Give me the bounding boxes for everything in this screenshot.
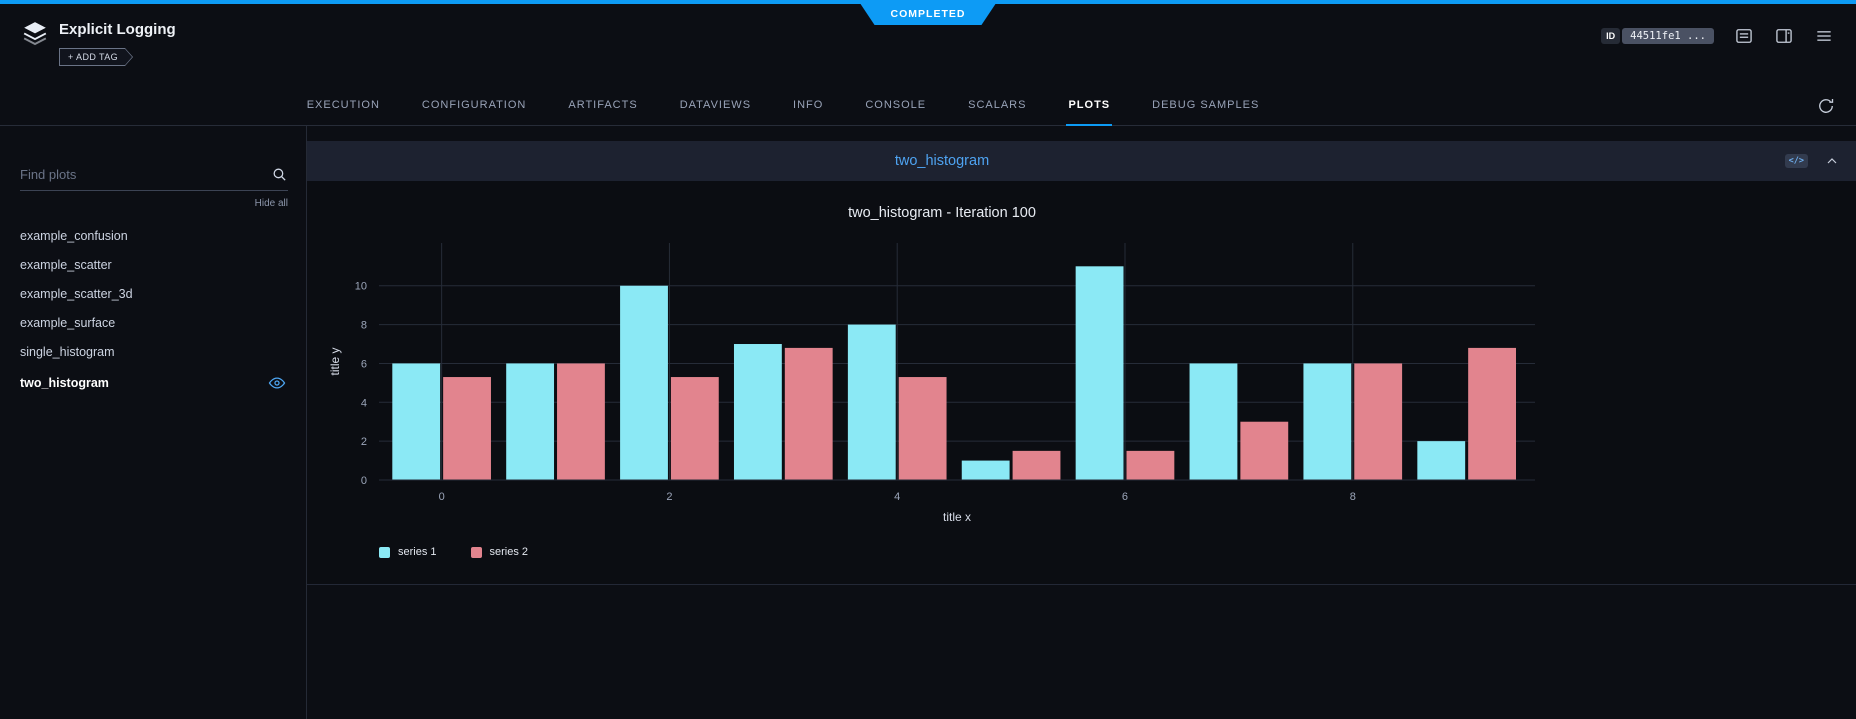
svg-text:10: 10 (355, 281, 367, 293)
legend-item-1[interactable]: series 1 (379, 546, 437, 558)
plot-list: example_confusion example_scatter example_… (0, 221, 306, 399)
svg-text:0: 0 (439, 491, 445, 503)
plot-item-label: example_surface (20, 316, 115, 330)
id-label: ID (1601, 28, 1620, 44)
plot-list-item-two_histogram[interactable]: two_histogram (0, 366, 306, 399)
svg-text:6: 6 (361, 358, 367, 370)
plot-item-label: two_histogram (20, 376, 109, 390)
details-icon[interactable] (1734, 26, 1754, 46)
svg-text:title x: title x (943, 510, 971, 524)
tab-scalars[interactable]: SCALARS (966, 99, 1028, 125)
svg-text:2: 2 (361, 436, 367, 448)
plot-card-header: two_histogram </> (307, 141, 1856, 181)
svg-text:8: 8 (1350, 491, 1356, 503)
collapse-chevron-up-icon[interactable] (1824, 153, 1840, 169)
tab-configuration[interactable]: CONFIGURATION (420, 99, 528, 125)
legend-item-2[interactable]: series 2 (471, 546, 529, 558)
add-tag-button[interactable]: + ADD TAG (59, 48, 133, 66)
svg-text:title y: title y (328, 347, 342, 375)
plot-item-label: example_scatter_3d (20, 287, 133, 301)
plot-card-title: two_histogram (895, 153, 989, 169)
chart-title: two_histogram - Iteration 100 (317, 205, 1567, 229)
tab-bar: EXECUTION CONFIGURATION ARTIFACTS DATAVIEWS… (0, 85, 1856, 126)
plot-item-label: single_histogram (20, 345, 115, 359)
main-panel: two_histogram </> two_histogram - Iterat… (307, 126, 1856, 719)
chart-area: 0 2 4 6 8 10 0 2 4 6 8 title x title y (317, 229, 1856, 546)
menu-icon[interactable] (1814, 26, 1834, 46)
plots-sidebar: Hide all example_confusion example_scatte… (0, 126, 307, 719)
auto-refresh-icon[interactable] (1816, 96, 1836, 116)
search-row (20, 166, 288, 191)
tab-info[interactable]: INFO (791, 99, 825, 125)
svg-text:4: 4 (894, 491, 900, 503)
plot-item-label: example_confusion (20, 229, 128, 243)
plot-list-item-single_histogram[interactable]: single_histogram (0, 337, 306, 366)
id-value: 44511fe1 ... (1622, 28, 1714, 44)
plot-list-item-example_scatter[interactable]: example_scatter (0, 250, 306, 279)
plot-card-body: two_histogram - Iteration 100 0 2 4 6 8 10 0 2 4… (307, 181, 1856, 585)
side-panel-icon[interactable] (1774, 26, 1794, 46)
experiment-title: Explicit Logging (59, 18, 176, 38)
embed-code-icon[interactable]: </> (1785, 154, 1808, 168)
app-logo-icon (22, 20, 48, 46)
legend-label: series 1 (398, 546, 437, 558)
svg-text:6: 6 (1122, 491, 1128, 503)
histogram-svg: 0 2 4 6 8 10 0 2 4 6 8 title x title y (317, 229, 1567, 541)
tab-plots[interactable]: PLOTS (1066, 99, 1112, 125)
legend-swatch (379, 547, 390, 558)
legend-swatch (471, 547, 482, 558)
search-input[interactable] (20, 167, 271, 182)
tab-artifacts[interactable]: ARTIFACTS (566, 99, 639, 125)
svg-text:0: 0 (361, 475, 367, 487)
hide-all-link[interactable]: Hide all (0, 198, 288, 209)
chart-legend: series 1 series 2 (379, 546, 1856, 558)
plot-item-label: example_scatter (20, 258, 112, 272)
plot-list-item-example_scatter_3d[interactable]: example_scatter_3d (0, 279, 306, 308)
tab-dataviews[interactable]: DATAVIEWS (678, 99, 753, 125)
add-tag-label: + ADD TAG (60, 49, 132, 65)
plot-list-item-example_confusion[interactable]: example_confusion (0, 221, 306, 250)
tab-execution[interactable]: EXECUTION (305, 99, 382, 125)
experiment-id-badge[interactable]: ID 44511fe1 ... (1601, 28, 1714, 44)
tab-console[interactable]: CONSOLE (863, 99, 928, 125)
tab-debug-samples[interactable]: DEBUG SAMPLES (1150, 99, 1261, 125)
eye-icon[interactable] (268, 374, 286, 392)
svg-text:2: 2 (666, 491, 672, 503)
status-badge: COMPLETED (861, 4, 996, 25)
app-window: COMPLETED Explicit Logging + ADD TAG ID … (0, 0, 1856, 719)
search-icon[interactable] (271, 166, 288, 183)
svg-text:8: 8 (361, 320, 367, 332)
plot-list-item-example_surface[interactable]: example_surface (0, 308, 306, 337)
svg-text:4: 4 (361, 397, 367, 409)
legend-label: series 2 (490, 546, 529, 558)
content: Hide all example_confusion example_scatte… (0, 126, 1856, 719)
